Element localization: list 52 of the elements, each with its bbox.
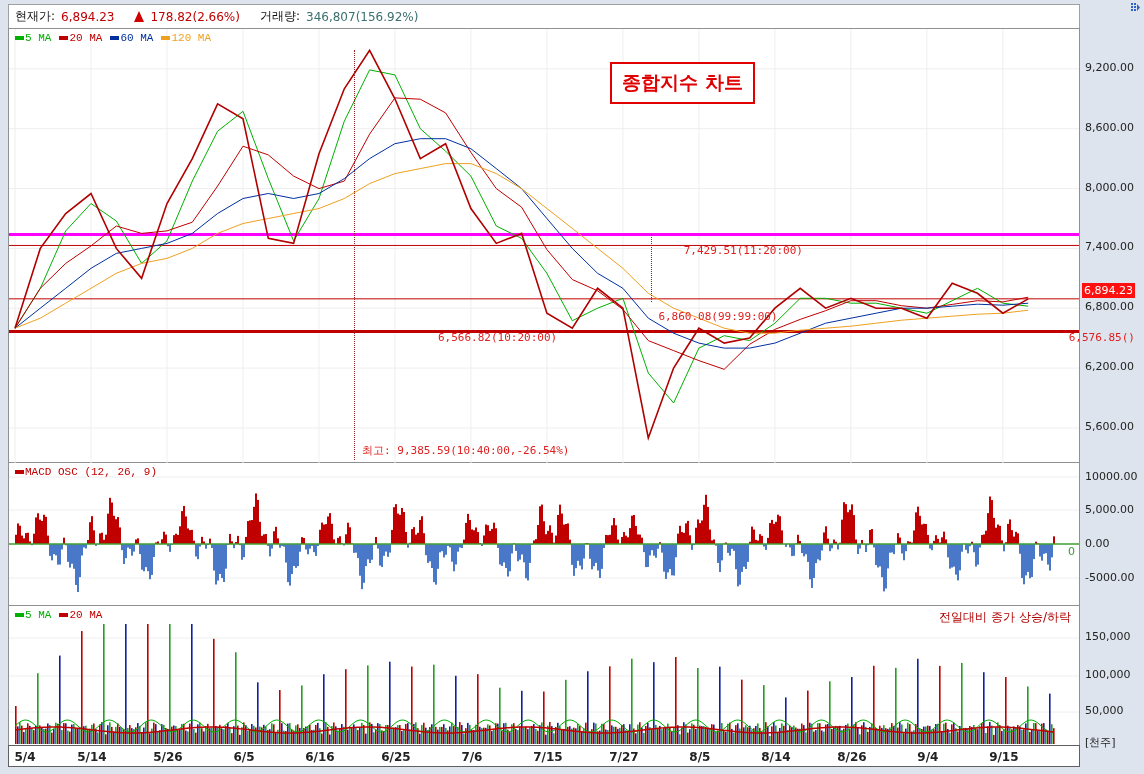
axis-label: 5,600.00 — [1085, 419, 1134, 433]
date-label: 8/26 — [837, 750, 867, 764]
date-label: 5/4 — [14, 750, 36, 764]
info-value: 6,894.23 — [61, 9, 115, 24]
axis-label: -5000.00 — [1085, 571, 1135, 584]
axis-label: 7,400.00 — [1085, 240, 1134, 254]
volume-note: 전일대비 종가 상승/하락 — [939, 609, 1071, 626]
leader-line — [650, 234, 652, 303]
axis-label: 8,600.00 — [1085, 120, 1134, 134]
date-label: 6/16 — [305, 750, 335, 764]
date-label: 8/5 — [689, 750, 711, 764]
axis-label: 9,200.00 — [1085, 60, 1134, 74]
axis-label: 5,000.00 — [1085, 503, 1134, 516]
price-annotation: 6,566.82(10:20:00) — [438, 330, 558, 344]
info-value: 346,807(156.92%) — [306, 9, 419, 24]
price-annotation: 7,429.51(11:20:00) — [683, 243, 803, 257]
date-label: 7/15 — [533, 750, 563, 764]
date-label: 9/15 — [989, 750, 1019, 764]
info-value: 178.82(2.66%) — [150, 9, 240, 24]
date-label: 5/26 — [153, 750, 183, 764]
axis-label: 0.00 — [1085, 537, 1110, 550]
zero-label: 0 — [1068, 545, 1075, 558]
date-label: 6/5 — [233, 750, 255, 764]
legend-item: 120 MA — [161, 32, 212, 44]
legend-item: 5 MA — [15, 32, 52, 44]
axis-label: 150,000 — [1085, 630, 1131, 643]
date-label: 7/27 — [609, 750, 639, 764]
axis-label: 50,000 — [1085, 704, 1124, 717]
info-label: 거래량: — [259, 8, 300, 25]
date-label: 5/14 — [77, 750, 107, 764]
price-annotation: 6,576.85() — [1068, 330, 1135, 344]
date-label: 6/25 — [381, 750, 411, 764]
axis-label: 6,800.00 — [1085, 300, 1134, 314]
axis-label: 8,000.00 — [1085, 180, 1134, 194]
legend-item: MACD OSC (12, 26, 9) — [15, 466, 158, 478]
axis-label: [천주] — [1085, 735, 1116, 750]
legend-item: 60 MA — [110, 32, 154, 44]
legend-item: 5 MA — [15, 609, 52, 621]
date-label: 8/14 — [761, 750, 791, 764]
grid-icon[interactable] — [1131, 3, 1140, 12]
up-triangle-icon — [134, 11, 145, 22]
legend-item: 20 MA — [59, 32, 103, 44]
current-price-badge: 6,894.23 — [1082, 282, 1135, 298]
axis-label: 10000.00 — [1085, 470, 1138, 483]
price-annotation: 최고: 9,385.59(10:40:00,-26.54%) — [362, 442, 570, 458]
legend-item: 20 MA — [59, 609, 103, 621]
axis-label: 100,000 — [1085, 668, 1131, 681]
info-label: 현재가: — [15, 8, 56, 25]
date-label: 9/4 — [917, 750, 939, 764]
axis-label: 6,200.00 — [1085, 360, 1134, 374]
chart-title: 종합지수 차트 — [610, 62, 755, 104]
date-label: 7/6 — [461, 750, 483, 764]
